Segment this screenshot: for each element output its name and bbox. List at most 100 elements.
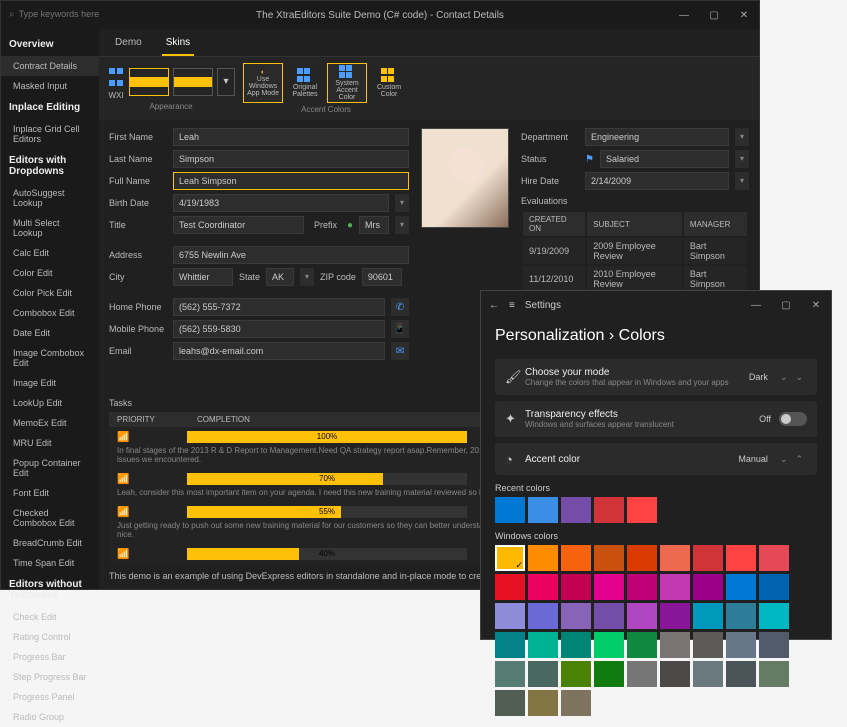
color-swatch[interactable] — [660, 632, 690, 658]
minimize-button[interactable]: — — [741, 291, 771, 319]
color-swatch[interactable] — [759, 545, 789, 571]
color-swatch[interactable] — [693, 661, 723, 687]
color-swatch[interactable] — [726, 603, 756, 629]
email-input[interactable] — [173, 342, 385, 360]
sidebar-item[interactable]: Calc Edit — [1, 243, 99, 263]
sidebar-item[interactable]: BreadCrumb Edit — [1, 533, 99, 553]
color-swatch[interactable] — [594, 632, 624, 658]
chevron-down-icon[interactable]: ⌄ — [776, 372, 792, 383]
color-swatch[interactable] — [759, 603, 789, 629]
back-icon[interactable]: ← — [489, 300, 509, 311]
use-windows-mode-button[interactable]: ◐ Use Windows App Mode — [243, 63, 283, 103]
original-palettes-button[interactable]: Original Palettes — [285, 63, 325, 103]
wxi-button[interactable]: WXI — [107, 63, 125, 100]
sidebar-item[interactable]: Checked Combobox Edit — [1, 503, 99, 533]
sidebar-item[interactable]: Color Pick Edit — [1, 283, 99, 303]
skin-swatch-1[interactable] — [129, 68, 169, 96]
color-swatch[interactable] — [759, 574, 789, 600]
color-swatch[interactable] — [495, 574, 525, 600]
color-swatch[interactable] — [693, 545, 723, 571]
mobile-icon[interactable]: 📱 — [391, 320, 409, 338]
color-swatch[interactable] — [594, 661, 624, 687]
sidebar-item[interactable]: Rating Control — [1, 627, 99, 647]
table-row[interactable]: 9/19/20092009 Employee ReviewBart Simpso… — [523, 238, 747, 264]
mail-icon[interactable]: ✉ — [391, 342, 409, 360]
title-input[interactable] — [173, 216, 304, 234]
color-swatch[interactable] — [561, 661, 591, 687]
birth-date-input[interactable] — [173, 194, 389, 212]
col-created[interactable]: CREATED ON — [523, 212, 585, 236]
transparency-row[interactable]: ✦ Transparency effects Windows and surfa… — [495, 401, 817, 437]
tab-skins[interactable]: Skins — [162, 33, 194, 56]
color-swatch[interactable] — [528, 661, 558, 687]
menu-icon[interactable]: ≡ — [509, 300, 525, 311]
color-swatch[interactable] — [528, 497, 558, 523]
sidebar-item[interactable]: Combobox Edit — [1, 303, 99, 323]
col-priority[interactable]: PRIORITY — [117, 415, 197, 424]
chevron-down-icon[interactable]: ▾ — [300, 268, 314, 286]
status-input[interactable] — [600, 150, 729, 168]
address-input[interactable] — [173, 246, 409, 264]
color-swatch[interactable] — [561, 632, 591, 658]
color-swatch[interactable] — [693, 632, 723, 658]
breadcrumb-personalization[interactable]: Personalization — [495, 327, 604, 344]
sidebar-item[interactable]: Image Edit — [1, 373, 99, 393]
close-button[interactable]: ✕ — [801, 291, 831, 319]
transparency-toggle[interactable] — [779, 412, 807, 426]
sidebar-item[interactable]: Popup Container Edit — [1, 453, 99, 483]
system-accent-button[interactable]: System Accent Color — [327, 63, 367, 103]
color-swatch[interactable] — [726, 632, 756, 658]
color-swatch[interactable] — [561, 545, 591, 571]
color-swatch[interactable] — [594, 603, 624, 629]
color-swatch[interactable] — [495, 632, 525, 658]
color-swatch[interactable] — [594, 497, 624, 523]
hire-date-input[interactable] — [585, 172, 729, 190]
full-name-input[interactable] — [173, 172, 409, 190]
color-swatch[interactable] — [561, 603, 591, 629]
color-swatch[interactable] — [627, 545, 657, 571]
city-input[interactable] — [173, 268, 233, 286]
sidebar-item[interactable]: Inplace Grid Cell Editors — [1, 119, 99, 149]
color-swatch[interactable] — [594, 574, 624, 600]
maximize-button[interactable]: ▢ — [699, 1, 729, 29]
color-swatch[interactable] — [726, 545, 756, 571]
color-swatch[interactable] — [759, 632, 789, 658]
color-swatch[interactable] — [627, 603, 657, 629]
color-swatch[interactable] — [627, 632, 657, 658]
last-name-input[interactable] — [173, 150, 409, 168]
color-swatch[interactable] — [561, 690, 591, 716]
search-box[interactable]: ⌕ — [9, 5, 109, 23]
state-input[interactable] — [266, 268, 294, 286]
color-swatch[interactable] — [561, 497, 591, 523]
chevron-down-icon[interactable]: ⌄ — [776, 454, 792, 465]
prefix-input[interactable] — [359, 216, 389, 234]
color-swatch[interactable] — [693, 574, 723, 600]
color-swatch[interactable] — [495, 545, 525, 571]
minimize-button[interactable]: — — [669, 1, 699, 29]
chevron-up-icon[interactable]: ⌃ — [791, 454, 807, 465]
sidebar-item[interactable]: Color Edit — [1, 263, 99, 283]
color-swatch[interactable] — [660, 574, 690, 600]
color-swatch[interactable] — [627, 497, 657, 523]
sidebar-item[interactable]: Masked Input — [1, 76, 99, 96]
chevron-down-icon[interactable]: ⌄ — [791, 372, 807, 383]
color-swatch[interactable] — [693, 603, 723, 629]
color-swatch[interactable] — [726, 661, 756, 687]
custom-color-button[interactable]: Custom Color — [369, 63, 409, 103]
color-swatch[interactable] — [528, 574, 558, 600]
mode-value[interactable]: Dark — [741, 369, 776, 385]
tab-demo[interactable]: Demo — [111, 33, 146, 56]
sidebar-item[interactable]: Date Edit — [1, 323, 99, 343]
color-swatch[interactable] — [495, 690, 525, 716]
zip-input[interactable] — [362, 268, 402, 286]
dept-input[interactable] — [585, 128, 729, 146]
chevron-down-icon[interactable]: ▾ — [735, 150, 749, 168]
sidebar-item[interactable]: Step Progress Bar — [1, 667, 99, 687]
color-swatch[interactable] — [528, 632, 558, 658]
col-subject[interactable]: SUBJECT — [587, 212, 682, 236]
sidebar-item[interactable]: MRU Edit — [1, 433, 99, 453]
skin-swatch-2[interactable] — [173, 68, 213, 96]
mobile-phone-input[interactable] — [173, 320, 385, 338]
color-swatch[interactable] — [627, 661, 657, 687]
chevron-down-icon[interactable]: ▾ — [735, 128, 749, 146]
